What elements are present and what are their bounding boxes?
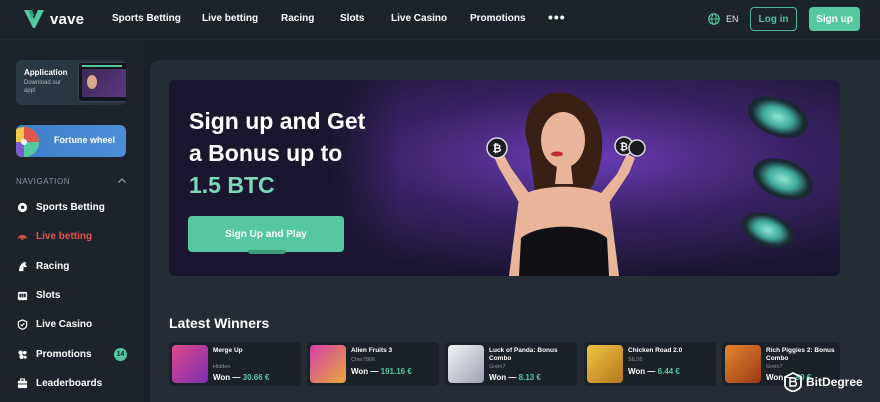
login-button[interactable]: Log in bbox=[750, 7, 797, 31]
top-navigation-bar: vave Sports Betting Live betting Racing … bbox=[0, 0, 880, 40]
game-thumbnail bbox=[448, 345, 484, 383]
hero-banner[interactable]: Sign up and Get a Bonus up to 1.5 BTC Si… bbox=[169, 80, 840, 276]
sidebar-item-label: Sports Betting bbox=[36, 202, 105, 213]
sidebar-item-live-casino[interactable]: Live Casino bbox=[17, 319, 92, 330]
wheel-icon bbox=[16, 127, 39, 157]
slots-icon bbox=[17, 291, 28, 301]
app-card-title: Application bbox=[24, 68, 68, 77]
signup-button[interactable]: Sign up bbox=[809, 7, 860, 31]
topnav-racing[interactable]: Racing bbox=[281, 13, 314, 24]
latest-winners-heading: Latest Winners bbox=[169, 315, 270, 331]
winner-username: Grein7 bbox=[489, 364, 506, 370]
fortune-wheel-button[interactable]: Fortune wheel bbox=[16, 125, 126, 157]
winner-username: SIL06 bbox=[628, 357, 643, 363]
language-label: EN bbox=[726, 14, 739, 24]
winner-amount: Won — 191.16 € bbox=[351, 367, 412, 376]
svg-text:₿: ₿ bbox=[620, 141, 628, 153]
app-card-subtitle: Download our app! bbox=[24, 80, 62, 94]
sidebar-item-sports-betting[interactable]: Sports Betting bbox=[17, 202, 105, 213]
hero-title-line-2: a Bonus up to bbox=[189, 140, 343, 166]
game-thumbnail bbox=[587, 345, 623, 383]
sidebar-item-label: Slots bbox=[36, 290, 61, 301]
winner-game-name: Luck of Panda: Bonus Combo bbox=[489, 347, 558, 362]
more-menu-icon[interactable]: ••• bbox=[548, 9, 566, 25]
trophy-icon bbox=[17, 378, 28, 389]
sidebar-item-label: Live betting bbox=[36, 231, 93, 242]
sidebar-item-leaderboards[interactable]: Leaderboards bbox=[17, 378, 102, 389]
crypto-chip-icon bbox=[737, 205, 799, 255]
winner-amount: Won — 6.44 € bbox=[628, 367, 680, 376]
sidebar-item-label: Racing bbox=[36, 261, 70, 272]
topnav-promotions[interactable]: Promotions bbox=[470, 13, 526, 24]
chevron-up-icon[interactable] bbox=[117, 176, 127, 186]
winner-game-name: Rich Piggies 2: Bonus Combo bbox=[766, 347, 835, 362]
fortune-wheel-label: Fortune wheel bbox=[54, 135, 116, 145]
winner-amount: Won — 8.13 € bbox=[489, 373, 541, 382]
hero-bonus-amount: 1.5 BTC bbox=[189, 172, 275, 198]
crypto-chip-icon bbox=[747, 150, 819, 208]
app-download-card[interactable]: Application Download our app! bbox=[16, 60, 126, 105]
svg-text:₿: ₿ bbox=[493, 143, 502, 155]
promotions-count-badge: 14 bbox=[114, 348, 127, 361]
vave-logo-icon bbox=[24, 10, 44, 28]
soccer-ball-icon bbox=[17, 202, 28, 213]
globe-icon bbox=[708, 13, 720, 25]
winner-game-name: Chicken Road 2.0 bbox=[628, 347, 683, 354]
navigation-heading: NAVIGATION bbox=[16, 177, 71, 186]
sidebar-item-label: Live Casino bbox=[36, 319, 93, 330]
sidebar-item-slots[interactable]: Slots bbox=[17, 290, 60, 301]
sidebar-item-label: Promotions bbox=[36, 349, 92, 360]
language-selector[interactable]: EN bbox=[708, 13, 739, 25]
cta-shadow bbox=[248, 250, 286, 254]
winner-username: Hidden bbox=[213, 364, 231, 370]
winner-card[interactable]: Alien Fruits 3 Cher7866 Won — 191.16 € bbox=[307, 342, 439, 386]
brand-name: vave bbox=[50, 10, 85, 28]
phone-preview-image bbox=[78, 62, 126, 102]
game-thumbnail bbox=[725, 345, 761, 383]
crypto-chip-icon bbox=[742, 88, 814, 146]
game-thumbnail bbox=[172, 345, 208, 383]
hero-title: Sign up and Get a Bonus up to 1.5 BTC bbox=[189, 105, 409, 201]
winner-username: Cher7866 bbox=[351, 357, 376, 363]
bitdegree-logo-icon bbox=[784, 372, 802, 392]
winner-card[interactable]: Chicken Road 2.0 SIL06 Won — 6.44 € bbox=[584, 342, 716, 386]
sidebar-item-live-betting[interactable]: Live betting bbox=[17, 231, 92, 242]
watermark-text: BitDegree bbox=[806, 375, 863, 389]
sidebar-item-racing[interactable]: Racing bbox=[17, 261, 69, 272]
winner-card[interactable]: Luck of Panda: Bonus Combo Grein7 Won — … bbox=[445, 342, 577, 386]
game-thumbnail bbox=[310, 345, 346, 383]
hero-title-line-1: Sign up and Get bbox=[189, 108, 366, 134]
sidebar-item-promotions[interactable]: Promotions bbox=[17, 349, 92, 360]
hero-woman-image: ₿ ₿ bbox=[486, 92, 646, 276]
live-icon bbox=[17, 235, 28, 240]
signup-and-play-button[interactable]: Sign Up and Play bbox=[188, 216, 344, 252]
winner-game-name: Alien Fruits 3 bbox=[351, 347, 393, 354]
gift-icon bbox=[18, 350, 27, 359]
topnav-live-casino[interactable]: Live Casino bbox=[391, 13, 447, 24]
winner-username: Grein7 bbox=[766, 364, 783, 370]
topnav-slots[interactable]: Slots bbox=[340, 13, 364, 24]
bitdegree-watermark: BitDegree bbox=[784, 372, 863, 392]
brand-logo[interactable]: vave bbox=[24, 10, 84, 28]
cards-icon bbox=[17, 319, 28, 330]
topnav-sports-betting[interactable]: Sports Betting bbox=[112, 13, 181, 24]
sidebar-item-label: Leaderboards bbox=[36, 378, 103, 389]
winner-game-name: Merge Up bbox=[213, 347, 243, 354]
winner-card[interactable]: Merge Up Hidden Won — 30.66 € bbox=[169, 342, 301, 386]
topnav-live-betting[interactable]: Live betting bbox=[202, 13, 258, 24]
horse-icon bbox=[18, 261, 28, 272]
winner-amount: Won — 30.66 € bbox=[213, 373, 270, 382]
